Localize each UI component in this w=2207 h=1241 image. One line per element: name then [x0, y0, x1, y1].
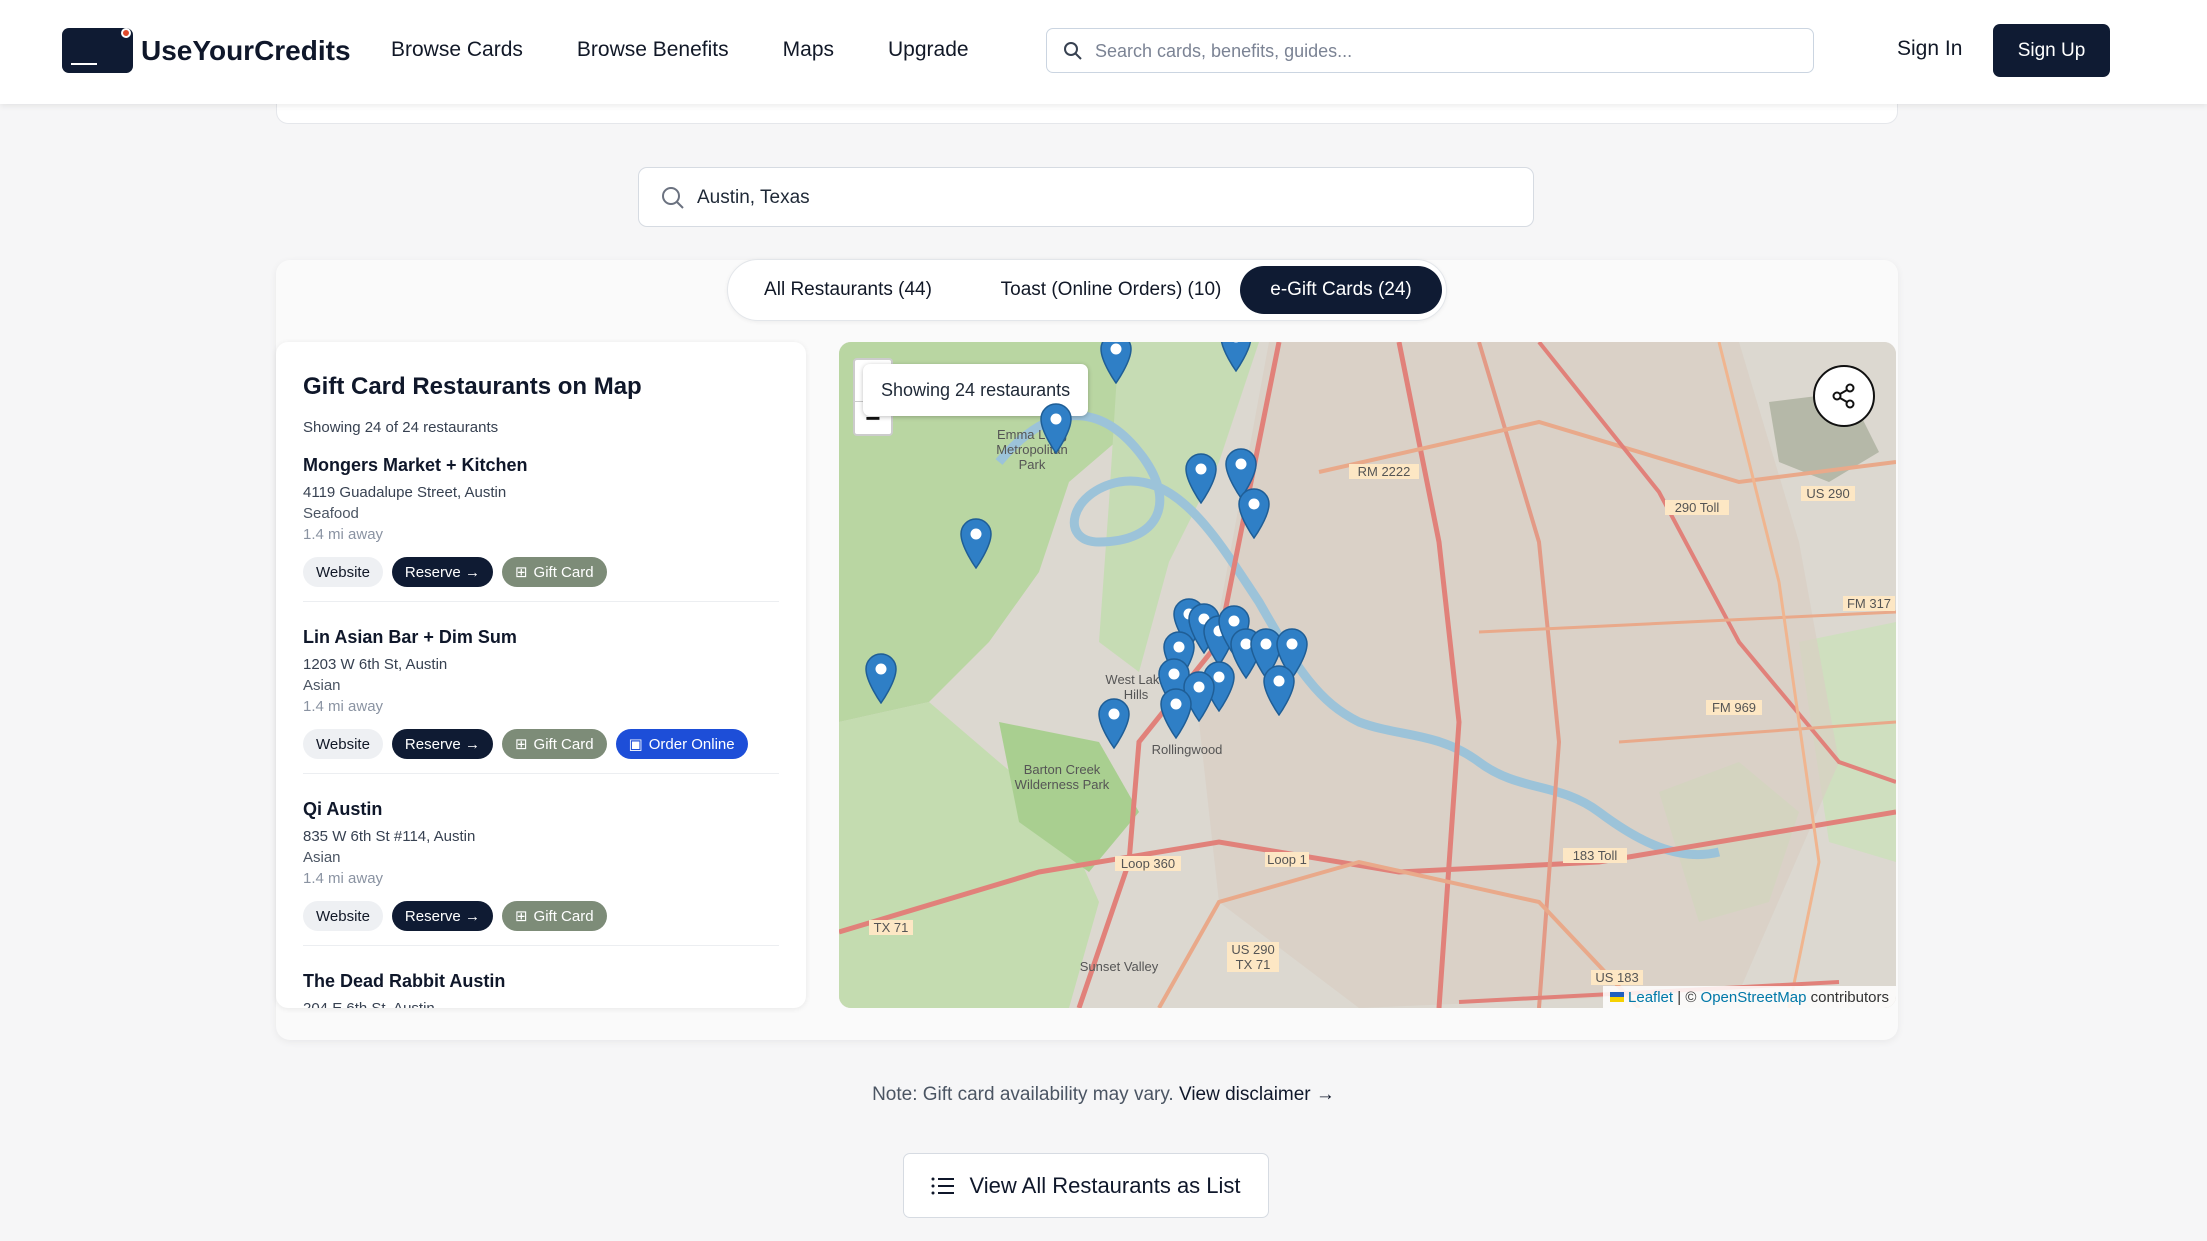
list-icon: [931, 1177, 955, 1194]
list-item[interactable]: Mongers Market + Kitchen 4119 Guadalupe …: [303, 455, 779, 602]
restaurant-address: 835 W 6th St #114, Austin: [303, 828, 476, 845]
website-button[interactable]: Website: [303, 729, 383, 759]
map-pin-icon[interactable]: [864, 652, 898, 705]
restaurant-cuisine: Asian: [303, 677, 341, 694]
nav-browse-cards[interactable]: Browse Cards: [391, 38, 523, 62]
tab-toast-online-orders[interactable]: Toast (Online Orders) (10): [966, 266, 1256, 314]
order-online-button[interactable]: ▣ Order Online: [615, 729, 748, 759]
share-icon: [1832, 383, 1855, 409]
map-attribution: Leaflet | © OpenStreetMap contributors: [1603, 986, 1896, 1008]
gift-card-button[interactable]: ⊞ Gift Card: [501, 557, 607, 587]
gift-icon: ⊞: [514, 908, 528, 925]
map-pin-icon[interactable]: [1039, 402, 1073, 455]
credit-card-icon: [62, 28, 133, 73]
gift-icon: ⊞: [514, 736, 528, 753]
restaurant-cuisine: Asian: [303, 849, 341, 866]
gift-card-button[interactable]: ⊞ Gift Card: [501, 901, 607, 931]
restaurant-distance: 1.4 mi away: [303, 870, 384, 887]
map-label: Loop 360: [1115, 856, 1181, 871]
restaurant-map[interactable]: Emma Long Metropolitan Park West Lake Hi…: [839, 342, 1896, 1008]
restaurant-distance: 1.4 mi away: [303, 698, 384, 715]
location-search: [638, 167, 1534, 227]
list-item[interactable]: Lin Asian Bar + Dim Sum 1203 W 6th St, A…: [303, 627, 779, 774]
website-button[interactable]: Website: [303, 901, 383, 931]
restaurant-filter-tabs: All Restaurants (44) Toast (Online Order…: [727, 259, 1447, 321]
gift-icon: ⊞: [514, 564, 528, 581]
share-button[interactable]: [1813, 365, 1875, 427]
bag-icon: ▣: [628, 736, 643, 753]
sign-in-link[interactable]: Sign In: [1897, 37, 1962, 61]
restaurant-name[interactable]: Lin Asian Bar + Dim Sum: [303, 627, 779, 648]
reserve-button[interactable]: Reserve →: [391, 557, 493, 587]
tab-e-gift-cards[interactable]: e-Gift Cards (24): [1240, 266, 1442, 314]
map-label: Sunset Valley: [1079, 959, 1159, 974]
map-label: Rollingwood: [1151, 742, 1223, 757]
list-title: Gift Card Restaurants on Map: [303, 373, 642, 400]
leaflet-link[interactable]: Leaflet: [1628, 989, 1673, 1006]
nav-browse-benefits[interactable]: Browse Benefits: [577, 38, 729, 62]
restaurant-name[interactable]: Mongers Market + Kitchen: [303, 455, 779, 476]
restaurant-address: 1203 W 6th St, Austin: [303, 656, 448, 673]
sign-up-button[interactable]: Sign Up: [1993, 24, 2110, 77]
restaurant-address: 204 E 6th St, Austin: [303, 1000, 779, 1008]
website-button[interactable]: Website: [303, 557, 383, 587]
list-item[interactable]: The Dead Rabbit Austin 204 E 6th St, Aus…: [303, 971, 779, 1008]
view-disclaimer-link[interactable]: View disclaimer →: [1179, 1084, 1335, 1105]
map-pin-icon[interactable]: [1159, 687, 1193, 740]
map-pin-icon[interactable]: [1184, 452, 1218, 505]
site-search: [1046, 28, 1814, 73]
map-label: RM 2222: [1349, 464, 1419, 479]
search-icon: [1064, 42, 1082, 60]
card-edge: [276, 104, 1898, 124]
nav-upgrade[interactable]: Upgrade: [888, 38, 969, 62]
map-pin-icon[interactable]: [1099, 342, 1133, 385]
restaurant-cuisine: Seafood: [303, 505, 359, 522]
map-pin-icon[interactable]: [1097, 697, 1131, 750]
restaurant-address: 4119 Guadalupe Street, Austin: [303, 484, 507, 501]
map-pin-icon[interactable]: [959, 517, 993, 570]
main-nav: Browse Cards Browse Benefits Maps Upgrad…: [391, 0, 969, 100]
gift-card-button[interactable]: ⊞ Gift Card: [501, 729, 607, 759]
nav-maps[interactable]: Maps: [783, 38, 834, 62]
map-label: Barton Creek Wilderness Park: [1014, 762, 1110, 792]
map-pin-icon[interactable]: [1262, 664, 1296, 717]
map-label: 183 Toll: [1563, 848, 1627, 863]
map-pin-icon[interactable]: [1219, 342, 1253, 373]
map-label: US 183: [1591, 970, 1643, 985]
osm-link[interactable]: OpenStreetMap: [1701, 989, 1807, 1006]
map-label: Loop 1: [1265, 852, 1309, 867]
restaurant-distance: 1.4 mi away: [303, 526, 384, 543]
disclaimer-note: Note: Gift card availability may vary. V…: [872, 1084, 1335, 1105]
list-item[interactable]: Qi Austin 835 W 6th St #114, Austin Asia…: [303, 799, 779, 946]
reserve-button[interactable]: Reserve →: [391, 901, 493, 931]
map-label: FM 969: [1706, 700, 1762, 715]
map-label: TX 71: [869, 920, 913, 935]
location-input[interactable]: [697, 182, 1497, 214]
map-pin-icon[interactable]: [1237, 487, 1271, 540]
map-label: FM 317: [1843, 596, 1895, 611]
restaurant-name[interactable]: The Dead Rabbit Austin: [303, 971, 779, 992]
top-header: UseYourCredits Browse Cards Browse Benef…: [0, 0, 2207, 104]
brand-logo[interactable]: UseYourCredits: [62, 28, 351, 73]
restaurant-list-panel[interactable]: Gift Card Restaurants on Map Showing 24 …: [276, 342, 806, 1008]
ukraine-flag-icon: [1610, 992, 1625, 1002]
restaurant-name[interactable]: Qi Austin: [303, 799, 779, 820]
reserve-button[interactable]: Reserve →: [391, 729, 493, 759]
tab-all-restaurants[interactable]: All Restaurants (44): [738, 266, 958, 314]
map-label: 290 Toll: [1665, 500, 1729, 515]
site-search-input[interactable]: [1095, 35, 1795, 67]
search-icon: [662, 187, 684, 209]
list-count: Showing 24 of 24 restaurants: [303, 419, 499, 436]
map-label: US 290 TX 71: [1227, 942, 1279, 972]
view-list-button[interactable]: View All Restaurants as List: [903, 1153, 1269, 1218]
brand-name: UseYourCredits: [141, 34, 351, 66]
map-label: US 290: [1801, 486, 1855, 501]
